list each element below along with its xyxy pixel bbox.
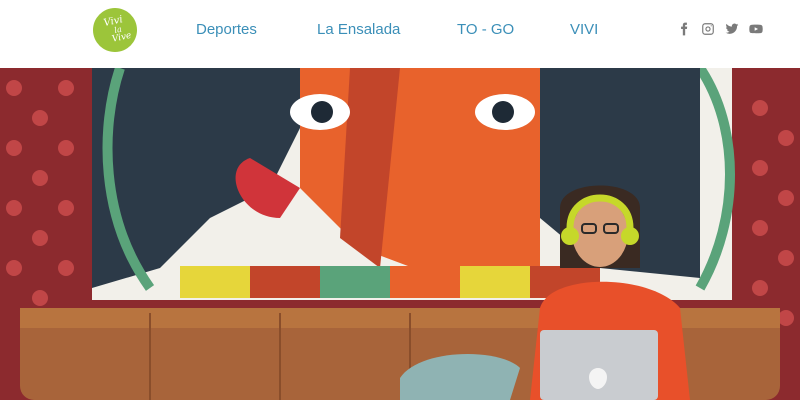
nav-item-la-ensalada[interactable]: La Ensalada	[317, 21, 400, 38]
site-logo[interactable]: Vivi la Vive	[88, 3, 142, 57]
hero-illustration	[0, 68, 800, 400]
hero-image	[0, 68, 800, 400]
youtube-icon[interactable]	[748, 21, 764, 37]
facebook-icon[interactable]	[676, 21, 692, 37]
site-header: Vivi la Vive Deportes La Ensalada TO - G…	[0, 0, 800, 68]
nav-item-to-go[interactable]: TO - GO	[457, 21, 514, 38]
nav-item-deportes[interactable]: Deportes	[196, 21, 257, 38]
social-links	[676, 21, 764, 37]
instagram-icon[interactable]	[700, 21, 716, 37]
logo-text-line-3: Vive	[111, 30, 133, 45]
twitter-icon[interactable]	[724, 21, 740, 37]
nav-item-vivi[interactable]: VIVI	[570, 21, 598, 38]
